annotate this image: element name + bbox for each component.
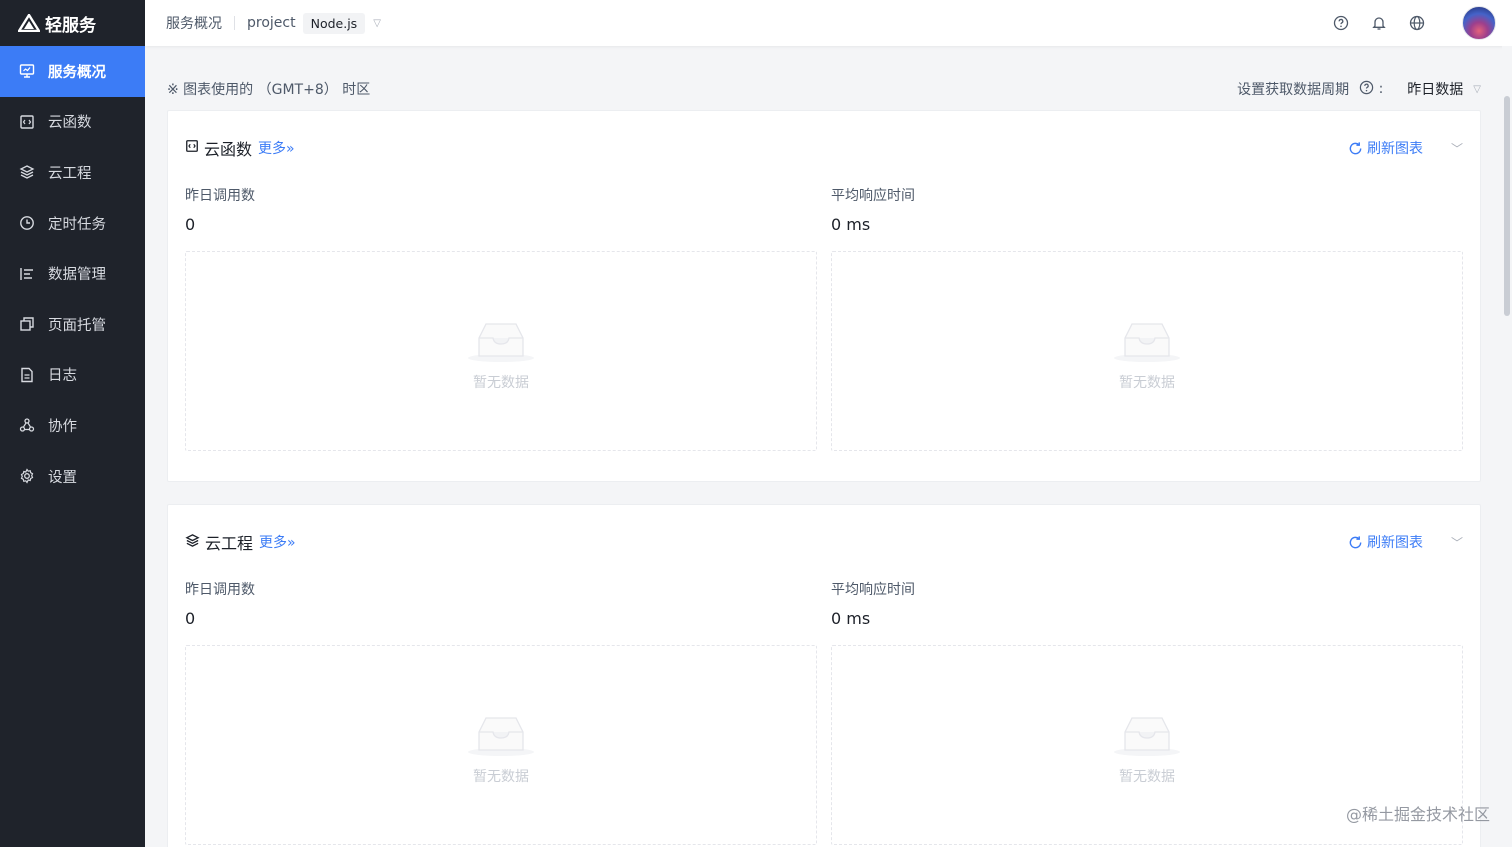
period-colon: : xyxy=(1374,81,1384,97)
empty-text: 暂无数据 xyxy=(1119,375,1175,391)
sidebar-item-functions[interactable]: 云函数 xyxy=(0,97,145,148)
pages-icon xyxy=(19,316,35,332)
logo-icon xyxy=(18,14,40,32)
layers-icon xyxy=(185,533,200,552)
collapse-icon[interactable]: ﹀ xyxy=(1451,140,1463,157)
sidebar-item-label: 数据管理 xyxy=(48,267,106,284)
data-icon xyxy=(19,266,35,282)
sidebar-item-logs[interactable]: 日志 xyxy=(0,350,145,401)
chevron-down-icon[interactable]: ▽ xyxy=(373,18,381,29)
watermark: @稀土掘金技术社区 xyxy=(1345,805,1490,824)
sidebar-item-collab[interactable]: 协作 xyxy=(0,400,145,451)
timezone-note: ※ 图表使用的 （GMT+8） 时区 xyxy=(167,82,371,98)
help-icon[interactable] xyxy=(1332,14,1350,32)
app-name: 轻服务 xyxy=(45,15,96,36)
card-title: 云工程 xyxy=(205,534,254,553)
empty-text: 暂无数据 xyxy=(473,375,529,391)
top-header: 服务概况 project Node.js ▽ xyxy=(145,0,1512,46)
collapse-icon[interactable]: ﹀ xyxy=(1451,534,1463,551)
card-functions: 云函数 更多» 刷新图表 ﹀ 昨日调用数 0 平均响应时间 0 ms 暂无数据 … xyxy=(167,110,1481,482)
globe-icon[interactable] xyxy=(1408,14,1426,32)
timezone-bar: ※ 图表使用的 （GMT+8） 时区 设置获取数据周期 : 昨日数据 ▽ xyxy=(167,78,1481,100)
period-value: 昨日数据 xyxy=(1407,82,1464,98)
clock-icon xyxy=(19,215,35,231)
breadcrumb-home[interactable]: 服务概况 xyxy=(166,13,222,33)
sidebar-item-overview[interactable]: 服务概况 xyxy=(0,46,145,97)
empty-text: 暂无数据 xyxy=(473,769,529,785)
sidebar-item-label: 设置 xyxy=(48,469,77,486)
metric-latency: 平均响应时间 0 ms xyxy=(831,579,915,628)
card-title: 云函数 xyxy=(204,140,253,159)
runtime-tag[interactable]: Node.js xyxy=(302,12,366,34)
sidebar: 轻服务 服务概况 云函数 云工程 定时任务 数据管理 页面托管 日志 协作 设置 xyxy=(0,0,145,847)
empty-box-icon xyxy=(1114,323,1180,362)
more-link[interactable]: 更多» xyxy=(259,532,296,552)
collab-icon xyxy=(19,417,35,433)
sidebar-item-label: 云函数 xyxy=(48,115,92,132)
app-logo[interactable]: 轻服务 xyxy=(0,0,145,46)
empty-box-icon xyxy=(1114,717,1180,756)
chart-calls: 暂无数据 xyxy=(185,251,817,451)
sidebar-item-data[interactable]: 数据管理 xyxy=(0,248,145,299)
metric-value: 0 ms xyxy=(831,609,871,628)
sidebar-item-hosting[interactable]: 页面托管 xyxy=(0,299,145,350)
header-actions xyxy=(1332,0,1496,46)
refresh-icon xyxy=(1349,535,1362,548)
chart-calls: 暂无数据 xyxy=(185,645,817,845)
period-help-icon[interactable] xyxy=(1359,80,1374,99)
card-header: 云函数 更多» 刷新图表 ﹀ xyxy=(185,137,1463,159)
refresh-button[interactable]: 刷新图表 xyxy=(1348,532,1423,552)
sidebar-item-label: 定时任务 xyxy=(48,216,106,233)
sidebar-item-cron[interactable]: 定时任务 xyxy=(0,198,145,249)
metric-label: 昨日调用数 xyxy=(185,582,255,598)
sidebar-item-label: 服务概况 xyxy=(48,64,106,81)
sidebar-item-label: 页面托管 xyxy=(48,317,106,334)
refresh-label: 刷新图表 xyxy=(1367,535,1423,551)
avatar[interactable] xyxy=(1462,6,1496,40)
empty-box-icon xyxy=(468,323,534,362)
metric-value: 0 xyxy=(185,609,196,628)
metric-label: 平均响应时间 xyxy=(831,582,915,598)
project-name[interactable]: project xyxy=(247,15,296,31)
sidebar-item-label: 云工程 xyxy=(48,165,92,182)
sidebar-item-settings[interactable]: 设置 xyxy=(0,451,145,502)
layers-icon xyxy=(19,164,35,180)
bell-icon[interactable] xyxy=(1370,14,1388,32)
empty-box-icon xyxy=(468,717,534,756)
period-label: 设置获取数据周期 xyxy=(1237,82,1350,98)
scrollbar[interactable] xyxy=(1502,46,1512,847)
scrollbar-thumb[interactable] xyxy=(1504,96,1510,316)
log-icon xyxy=(19,367,35,383)
refresh-button[interactable]: 刷新图表 xyxy=(1348,138,1423,158)
metric-calls: 昨日调用数 0 xyxy=(185,579,255,628)
card-header: 云工程 更多» 刷新图表 ﹀ xyxy=(185,531,1463,553)
gear-icon xyxy=(19,468,35,484)
breadcrumb-divider xyxy=(234,16,235,30)
refresh-icon xyxy=(1349,141,1362,154)
metric-latency: 平均响应时间 0 ms xyxy=(831,185,915,234)
sidebar-item-label: 日志 xyxy=(48,368,77,385)
sidebar-item-projects[interactable]: 云工程 xyxy=(0,147,145,198)
function-icon xyxy=(185,139,199,157)
metric-calls: 昨日调用数 0 xyxy=(185,185,255,234)
refresh-label: 刷新图表 xyxy=(1367,141,1423,157)
metric-label: 平均响应时间 xyxy=(831,188,915,204)
metric-value: 0 xyxy=(185,215,196,234)
sidebar-item-label: 协作 xyxy=(48,418,77,435)
monitor-icon xyxy=(19,63,35,79)
chart-latency: 暂无数据 xyxy=(831,251,1463,451)
chevron-down-icon: ▽ xyxy=(1473,83,1481,95)
card-projects: 云工程 更多» 刷新图表 ﹀ 昨日调用数 0 平均响应时间 0 ms 暂无数据 … xyxy=(167,504,1481,847)
empty-text: 暂无数据 xyxy=(1119,769,1175,785)
more-link[interactable]: 更多» xyxy=(258,138,295,158)
metric-value: 0 ms xyxy=(831,215,871,234)
period-select[interactable]: 昨日数据 ▽ xyxy=(1407,79,1481,99)
metric-label: 昨日调用数 xyxy=(185,188,255,204)
function-icon xyxy=(19,114,35,130)
